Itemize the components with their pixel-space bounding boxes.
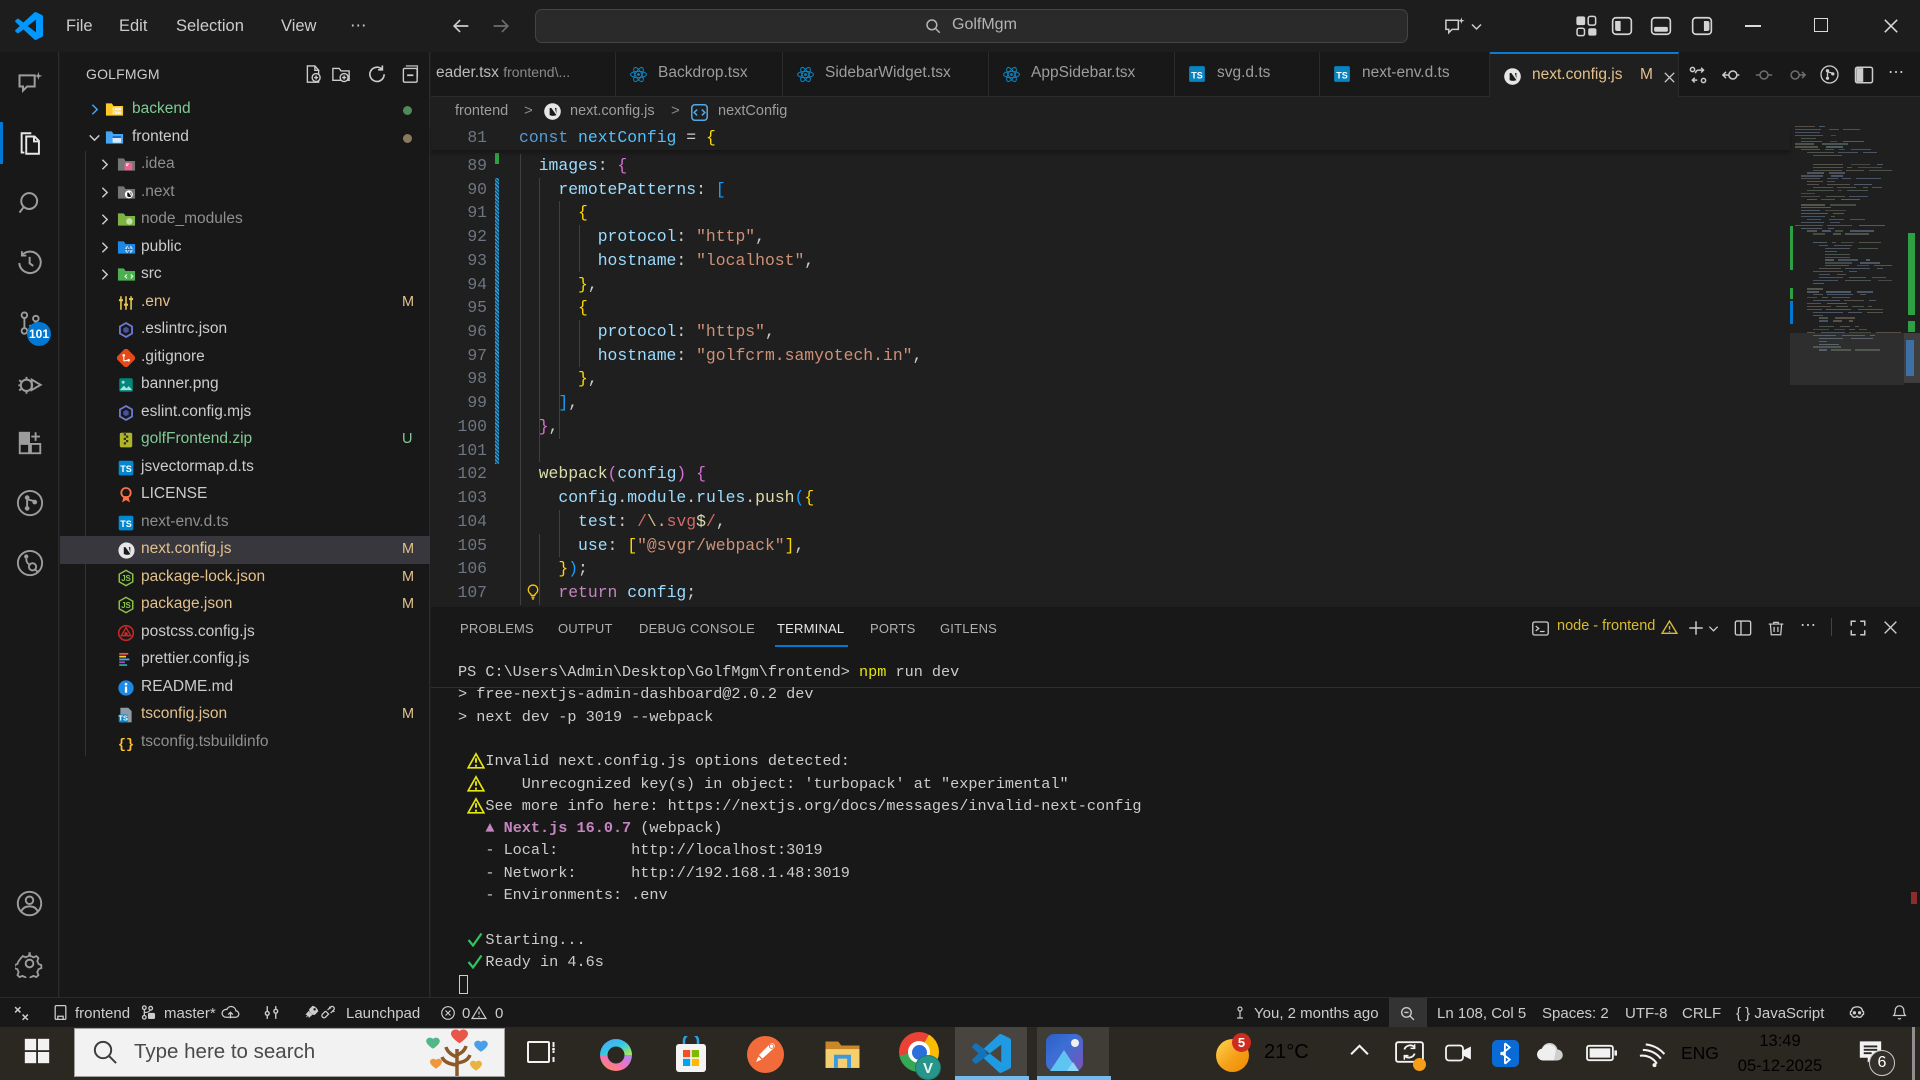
svg-text:TS: TS bbox=[1191, 70, 1203, 80]
svg-text:TS: TS bbox=[119, 714, 128, 723]
svg-text:JS: JS bbox=[121, 601, 131, 610]
svg-text:TS: TS bbox=[1336, 70, 1348, 80]
svg-text:{}: {} bbox=[118, 738, 134, 752]
svg-text:TS: TS bbox=[120, 518, 132, 528]
svg-text:TS: TS bbox=[120, 463, 132, 473]
svg-text:JS: JS bbox=[121, 574, 131, 583]
